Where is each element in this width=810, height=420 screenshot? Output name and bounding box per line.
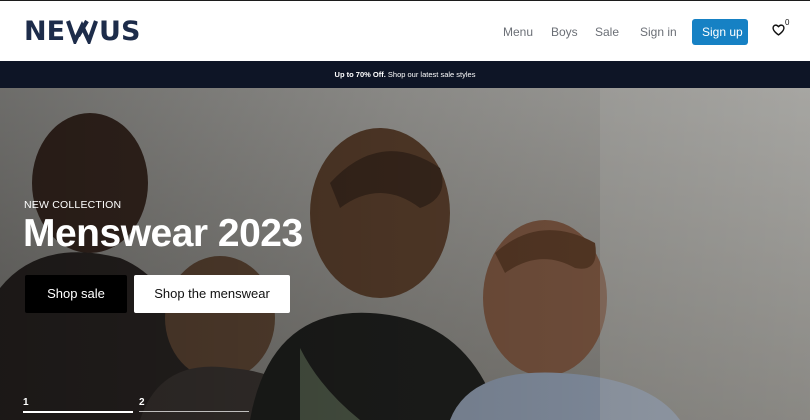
nav-link-sign-in[interactable]: Sign in bbox=[640, 19, 677, 45]
shop-sale-button[interactable]: Shop sale bbox=[25, 275, 127, 313]
shop-menswear-button[interactable]: Shop the menswear bbox=[134, 275, 290, 313]
logo-w-mark-icon bbox=[66, 19, 99, 44]
wishlist-button[interactable]: 0 bbox=[772, 18, 794, 42]
hero-eyebrow: NEW COLLECTION bbox=[24, 199, 122, 211]
slide-progress-bar bbox=[139, 411, 249, 412]
site-header: NE US Menu Boys Sale Sign in Sign up 0 bbox=[0, 0, 810, 61]
wishlist-count: 0 bbox=[785, 18, 790, 27]
nav-link-menu[interactable]: Menu bbox=[503, 19, 533, 45]
logo-text-prefix: NE bbox=[24, 15, 66, 47]
hero-title: Menswear 2023 bbox=[23, 212, 303, 255]
brand-logo[interactable]: NE US bbox=[24, 15, 141, 47]
sign-up-button[interactable]: Sign up bbox=[692, 19, 748, 45]
hero-banner: NEW COLLECTION Menswear 2023 Shop sale S… bbox=[0, 88, 810, 420]
nav-link-boys[interactable]: Boys bbox=[551, 19, 578, 45]
promo-highlight: Up to 70% Off. bbox=[334, 70, 386, 79]
promo-banner[interactable]: Up to 70% Off. Shop our latest sale styl… bbox=[0, 61, 810, 88]
logo-text-suffix: US bbox=[99, 15, 141, 47]
promo-text: Shop our latest sale styles bbox=[387, 70, 476, 79]
slide-indicator-1[interactable]: 1 bbox=[23, 392, 133, 413]
slide-number: 1 bbox=[23, 397, 29, 408]
slide-number: 2 bbox=[139, 397, 145, 408]
slide-progress-bar bbox=[23, 411, 133, 413]
heart-icon bbox=[772, 24, 785, 36]
nav-link-sale[interactable]: Sale bbox=[595, 19, 619, 45]
slide-indicator-2[interactable]: 2 bbox=[139, 392, 249, 412]
